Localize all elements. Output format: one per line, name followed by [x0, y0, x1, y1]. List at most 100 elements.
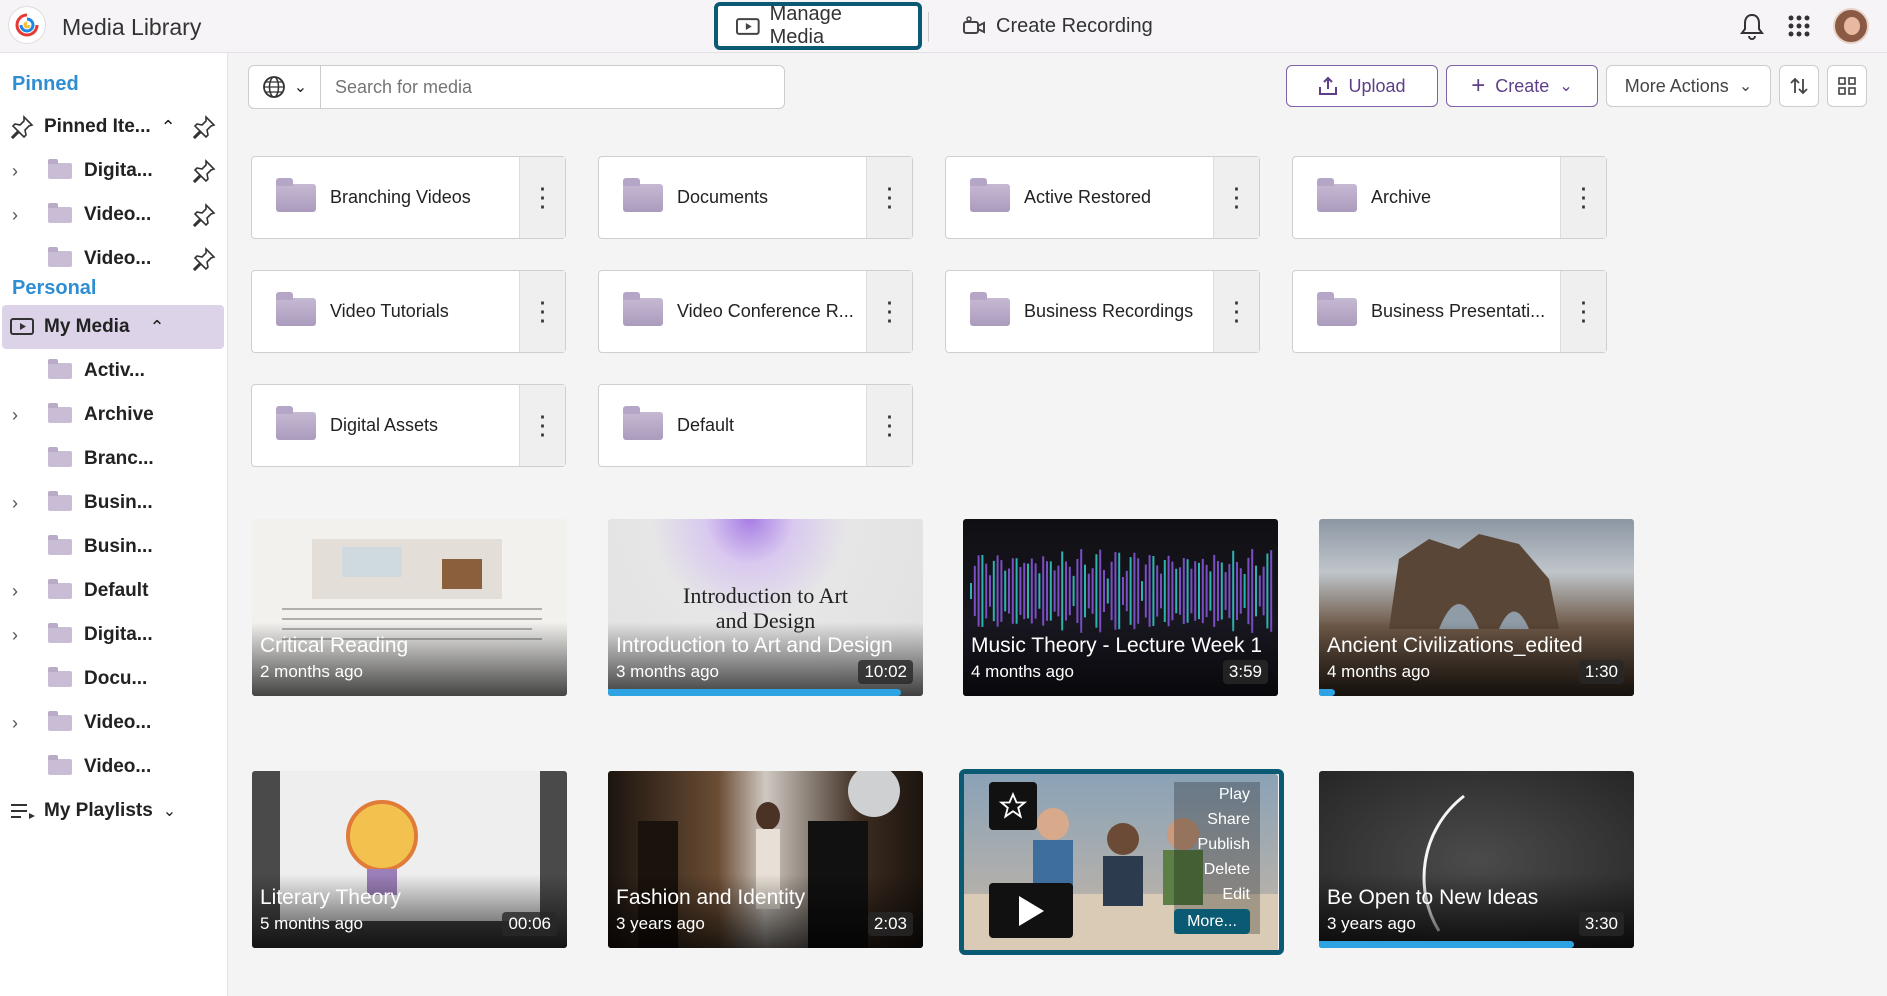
hover-highlight: [959, 769, 1284, 955]
upload-button[interactable]: Upload: [1286, 65, 1438, 107]
folder-icon: [48, 667, 72, 687]
create-button[interactable]: + Create ⌄: [1446, 65, 1598, 107]
folder-icon: [623, 291, 663, 326]
media-thumbnail[interactable]: Critical Reading 2 months ago: [252, 519, 567, 696]
media-thumbnail[interactable]: Fashion and Identity 3 years ago 2:03: [608, 771, 923, 948]
folder-card[interactable]: Default ⋮: [598, 384, 913, 467]
kebab-menu-icon[interactable]: ⋮: [1560, 157, 1606, 238]
folder-icon: [48, 203, 72, 223]
folder-icon: [1317, 177, 1357, 212]
chevron-down-icon: ⌄: [1559, 78, 1573, 95]
chevron-up-icon[interactable]: ⌃: [161, 117, 176, 138]
sidebar-folder[interactable]: Video...: [0, 745, 224, 789]
top-icons: [1739, 8, 1869, 44]
watch-progress-bar: [1319, 689, 1335, 696]
sidebar-folder[interactable]: Activ...: [0, 349, 224, 393]
folder-card[interactable]: Video Conference R... ⋮: [598, 270, 913, 353]
sidebar-item-label: Video...: [84, 204, 152, 225]
sidebar-item-pinned-folder[interactable]: › Digita...: [0, 149, 224, 193]
chevron-down-icon[interactable]: ⌄: [163, 801, 176, 821]
sort-button[interactable]: [1779, 65, 1819, 107]
sidebar-item-my-media[interactable]: My Media ⌃: [2, 305, 224, 349]
chevron-right-icon[interactable]: ›: [12, 205, 34, 226]
app-logo[interactable]: [8, 6, 46, 44]
sidebar-item-label: Branc...: [84, 448, 154, 469]
apps-grid-icon[interactable]: [1787, 14, 1811, 38]
chevron-right-icon[interactable]: ›: [12, 405, 34, 426]
folder-icon: [48, 579, 72, 599]
folder-icon: [48, 447, 72, 467]
kebab-menu-icon[interactable]: ⋮: [519, 385, 565, 466]
sidebar-folder[interactable]: › Video...: [0, 701, 224, 745]
kebab-menu-icon[interactable]: ⋮: [519, 271, 565, 352]
bell-icon[interactable]: [1739, 12, 1765, 40]
sidebar-folder[interactable]: Busin...: [0, 525, 224, 569]
media-thumbnail[interactable]: Introduction to Art and Design Introduct…: [608, 519, 923, 696]
tab-manage-media[interactable]: Manage Media: [714, 2, 922, 50]
grid-view-icon: [1838, 77, 1856, 95]
media-duration: 1:30: [1578, 660, 1624, 684]
sidebar-folder[interactable]: › Busin...: [0, 481, 224, 525]
sidebar-item-pinned-folder[interactable]: Video...: [0, 237, 224, 281]
folder-name: Active Restored: [1024, 187, 1152, 207]
app-title: Media Library: [62, 14, 202, 40]
chevron-right-icon[interactable]: ›: [12, 713, 34, 734]
kebab-menu-icon[interactable]: ⋮: [866, 385, 912, 466]
search-input[interactable]: [320, 65, 785, 109]
kebab-menu-icon[interactable]: ⋮: [1560, 271, 1606, 352]
tab-create-recording[interactable]: Create Recording: [944, 2, 1171, 50]
sidebar-folder[interactable]: › Digita...: [0, 613, 224, 657]
folder-card[interactable]: Archive ⋮: [1292, 156, 1607, 239]
folder-icon: [48, 491, 72, 511]
folder-card[interactable]: Branching Videos ⋮: [251, 156, 566, 239]
folder-card[interactable]: Business Recordings ⋮: [945, 270, 1260, 353]
pin-icon[interactable]: [192, 115, 216, 139]
sidebar-item-label: Archive: [84, 404, 154, 425]
media-title: Ancient Civilizations_edited: [1327, 634, 1583, 657]
pin-icon[interactable]: [192, 247, 216, 271]
chevron-right-icon[interactable]: ›: [12, 161, 34, 182]
media-library-icon: [10, 318, 34, 335]
user-avatar[interactable]: [1833, 8, 1869, 44]
sidebar-folder[interactable]: › Default: [0, 569, 224, 613]
folder-card[interactable]: Documents ⋮: [598, 156, 913, 239]
sidebar-folder[interactable]: › Archive: [0, 393, 224, 437]
chevron-up-icon[interactable]: ⌃: [150, 317, 165, 338]
folder-card[interactable]: Business Presentati... ⋮: [1292, 270, 1607, 353]
folder-name: Digital Assets: [330, 415, 439, 435]
more-actions-button[interactable]: More Actions ⌄: [1606, 65, 1771, 107]
folder-card[interactable]: Video Tutorials ⋮: [251, 270, 566, 353]
kebab-menu-icon[interactable]: ⋮: [519, 157, 565, 238]
chevron-right-icon[interactable]: ›: [12, 493, 34, 514]
create-label: Create: [1495, 75, 1550, 96]
media-thumbnail[interactable]: Be Open to New Ideas 3 years ago 3:30: [1319, 771, 1634, 948]
scope-selector[interactable]: ⌄: [248, 65, 320, 109]
sidebar-item-label: Activ...: [84, 360, 145, 381]
toolbar: ⌄ Upload + Create ⌄ More Actions ⌄: [228, 53, 1887, 118]
chevron-right-icon[interactable]: ›: [12, 581, 34, 602]
kebab-menu-icon[interactable]: ⋮: [866, 157, 912, 238]
kebab-menu-icon[interactable]: ⋮: [1213, 157, 1259, 238]
sidebar-folder[interactable]: Docu...: [0, 657, 224, 701]
media-thumbnail[interactable]: Ancient Civilizations_edited 4 months ag…: [1319, 519, 1634, 696]
folder-icon: [623, 177, 663, 212]
sidebar-item-label: Busin...: [84, 492, 153, 513]
grid-view-button[interactable]: [1827, 65, 1867, 107]
folder-card[interactable]: Active Restored ⋮: [945, 156, 1260, 239]
sidebar-item-pinned-items[interactable]: Pinned Ite... ⌃: [0, 105, 224, 149]
folder-card[interactable]: Digital Assets ⋮: [251, 384, 566, 467]
kebab-menu-icon[interactable]: ⋮: [1213, 271, 1259, 352]
sidebar-item-my-playlists[interactable]: My Playlists ⌄: [0, 789, 224, 833]
media-thumbnail[interactable]: Literary Theory 5 months ago 00:06: [252, 771, 567, 948]
watch-progress-bar: [1319, 941, 1575, 948]
chevron-right-icon[interactable]: ›: [12, 625, 34, 646]
folder-icon: [1317, 291, 1357, 326]
media-thumbnail[interactable]: Music Theory - Lecture Week 1 4 months a…: [963, 519, 1278, 696]
sidebar-folder[interactable]: Branc...: [0, 437, 224, 481]
pin-icon[interactable]: [192, 203, 216, 227]
media-title: Be Open to New Ideas: [1327, 886, 1539, 909]
sidebar-item-pinned-folder[interactable]: › Video...: [0, 193, 224, 237]
kebab-menu-icon[interactable]: ⋮: [866, 271, 912, 352]
recorder-icon: [963, 16, 985, 34]
pin-icon[interactable]: [192, 159, 216, 183]
